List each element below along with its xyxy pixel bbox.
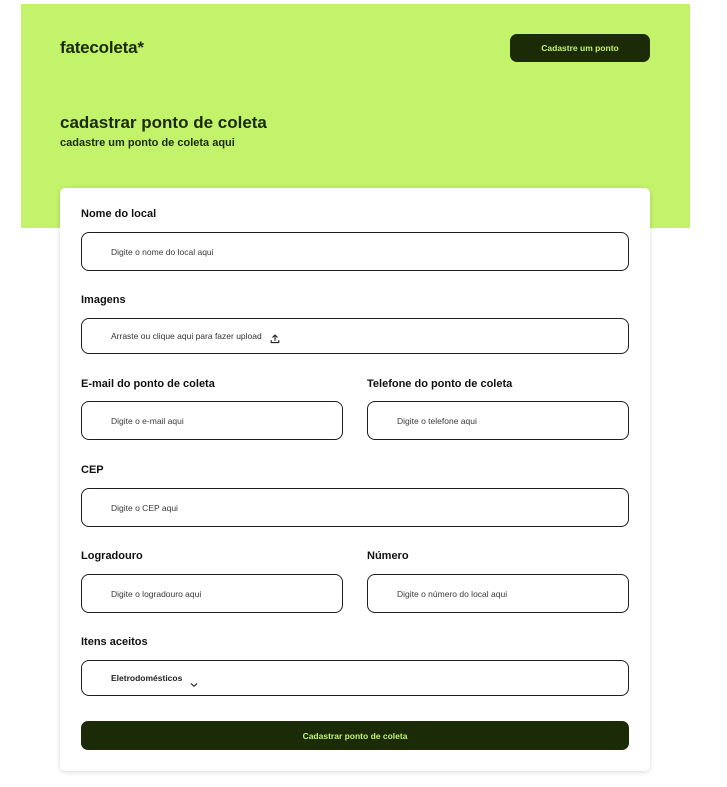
items-selected-value: Eletrodomésticos <box>111 673 183 683</box>
number-label: Número <box>367 550 409 562</box>
register-point-button[interactable]: Cadastre um ponto <box>510 34 650 62</box>
brand-logo[interactable]: fatecoleta* <box>60 38 144 58</box>
chevron-down-icon <box>190 675 198 687</box>
images-label: Imagens <box>81 294 126 306</box>
page-title: cadastrar ponto de coleta <box>60 113 267 132</box>
items-label: Itens aceitos <box>81 636 148 648</box>
page-subtitle: cadastre um ponto de coleta aqui <box>60 137 235 149</box>
street-label: Logradouro <box>81 550 143 562</box>
name-input[interactable] <box>111 233 628 270</box>
phone-field[interactable] <box>367 401 629 440</box>
phone-label: Telefone do ponto de coleta <box>367 378 513 390</box>
upload-icon <box>270 331 280 344</box>
street-field[interactable] <box>81 574 343 613</box>
phone-input[interactable] <box>397 402 628 439</box>
items-accepted-select[interactable]: Eletrodomésticos <box>81 660 629 696</box>
cep-field[interactable] <box>81 488 629 527</box>
email-input[interactable] <box>111 402 342 439</box>
name-field[interactable] <box>81 232 629 271</box>
upload-text: Arraste ou clique aqui para fazer upload <box>111 331 262 341</box>
street-input[interactable] <box>111 575 342 612</box>
email-label: E-mail do ponto de coleta <box>81 378 215 390</box>
image-upload-dropzone[interactable]: Arraste ou clique aqui para fazer upload <box>81 318 629 354</box>
email-field[interactable] <box>81 401 343 440</box>
submit-button[interactable]: Cadastrar ponto de coleta <box>81 721 629 750</box>
cep-label: CEP <box>81 464 104 476</box>
number-field[interactable] <box>367 574 629 613</box>
cep-input[interactable] <box>111 489 628 526</box>
name-label: Nome do local <box>81 208 157 220</box>
register-form-card: Nome do local Imagens Arraste ou clique … <box>60 188 650 771</box>
number-input[interactable] <box>397 575 628 612</box>
